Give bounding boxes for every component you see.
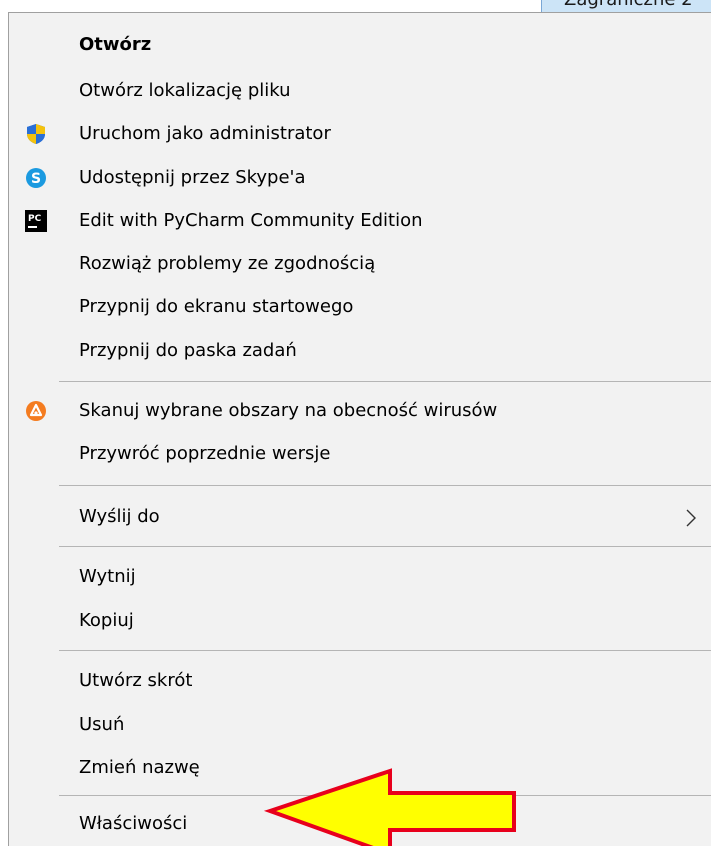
menu-item-label: Uruchom jako administrator <box>79 123 331 144</box>
menu-separator <box>59 381 711 382</box>
menu-item-run-as-admin[interactable]: Uruchom jako administrator <box>9 116 711 154</box>
menu-item-delete[interactable]: Usuń <box>9 707 711 745</box>
menu-item-share-skype[interactable]: S Udostępnij przez Skype'a <box>9 160 711 198</box>
menu-item-label: Rozwiąż problemy ze zgodnością <box>79 253 376 274</box>
menu-item-open[interactable]: Otwórz <box>9 27 711 65</box>
menu-separator <box>59 546 711 547</box>
menu-item-pin-to-taskbar[interactable]: Przypnij do paska zadań <box>9 333 711 371</box>
svg-text:S: S <box>31 171 41 187</box>
menu-item-scan-viruses[interactable]: Skanuj wybrane obszary na obecność wirus… <box>9 393 711 431</box>
uac-shield-icon <box>25 123 47 145</box>
menu-item-restore-previous-versions[interactable]: Przywróć poprzednie wersje <box>9 436 711 474</box>
menu-item-create-shortcut[interactable]: Utwórz skrót <box>9 663 711 701</box>
menu-item-label: Utwórz skrót <box>79 670 193 691</box>
menu-item-copy[interactable]: Kopiuj <box>9 603 711 641</box>
menu-item-open-file-location[interactable]: Otwórz lokalizację pliku <box>9 73 711 111</box>
background-tab-label: Zagraniczne 2 <box>564 0 693 10</box>
menu-item-label: Usuń <box>79 714 125 735</box>
menu-separator <box>59 485 711 486</box>
pycharm-icon: PC <box>25 210 47 232</box>
screen: Zagraniczne 2 Otwórz Otwórz lokalizację … <box>0 0 711 846</box>
menu-item-send-to[interactable]: Wyślij do <box>9 499 711 537</box>
svg-text:PC: PC <box>28 214 42 224</box>
menu-item-label: Przypnij do ekranu startowego <box>79 296 354 317</box>
context-menu: Otwórz Otwórz lokalizację pliku Uruchom … <box>8 12 711 846</box>
yellow-arrow-icon <box>262 768 524 846</box>
avast-icon <box>25 400 47 422</box>
menu-item-label: Wyślij do <box>79 506 160 527</box>
menu-item-label: Skanuj wybrane obszary na obecność wirus… <box>79 400 498 421</box>
menu-item-label: Edit with PyCharm Community Edition <box>79 210 423 231</box>
menu-item-cut[interactable]: Wytnij <box>9 559 711 597</box>
menu-item-label: Wytnij <box>79 566 136 587</box>
menu-item-troubleshoot-compatibility[interactable]: Rozwiąż problemy ze zgodnością <box>9 246 711 284</box>
menu-item-label: Przywróć poprzednie wersje <box>79 443 331 464</box>
menu-item-label: Zmień nazwę <box>79 757 200 778</box>
menu-item-label: Przypnij do paska zadań <box>79 340 297 361</box>
chevron-right-icon <box>681 507 701 529</box>
skype-icon: S <box>25 167 47 189</box>
menu-item-pin-to-start[interactable]: Przypnij do ekranu startowego <box>9 289 711 327</box>
menu-item-label: Otwórz <box>79 34 152 55</box>
menu-item-edit-pycharm[interactable]: PC Edit with PyCharm Community Edition <box>9 203 711 241</box>
menu-item-label: Otwórz lokalizację pliku <box>79 80 291 101</box>
menu-item-label: Udostępnij przez Skype'a <box>79 167 306 188</box>
menu-item-label: Kopiuj <box>79 610 134 631</box>
menu-separator <box>59 650 711 651</box>
menu-item-label: Właściwości <box>79 813 188 834</box>
